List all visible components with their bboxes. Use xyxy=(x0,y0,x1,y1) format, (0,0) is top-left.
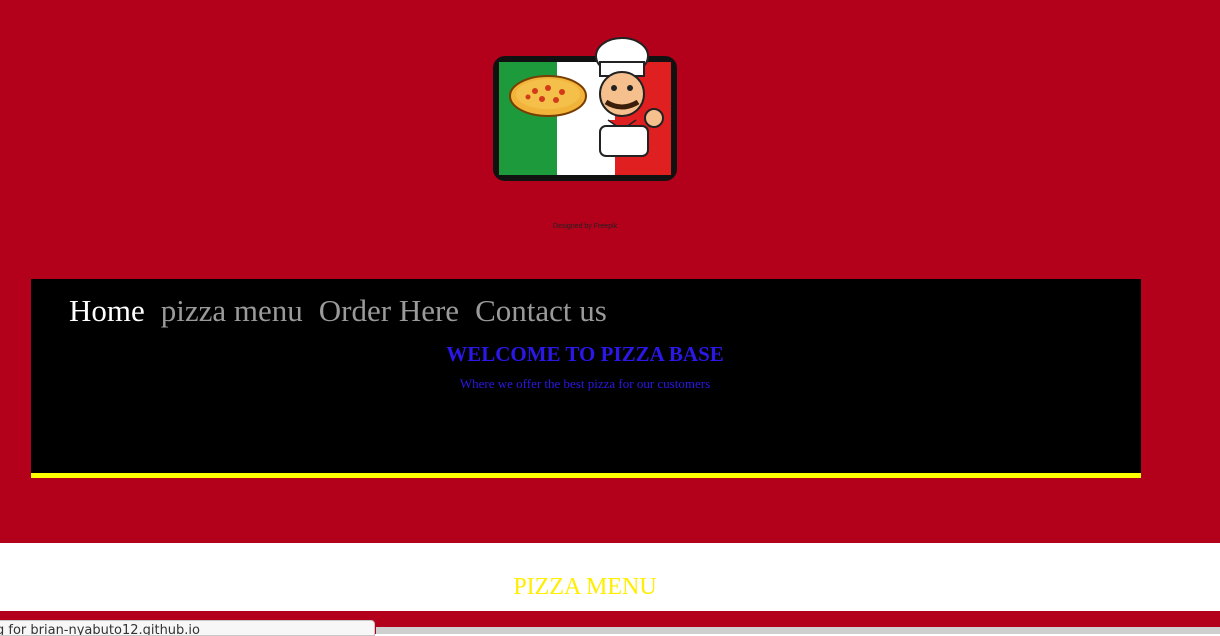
welcome-heading: WELCOME TO PIZZA BASE xyxy=(446,342,724,366)
horizontal-scrollbar[interactable] xyxy=(376,627,1220,634)
hero-section: Designed by Freepik Home pizza menu Orde… xyxy=(0,0,1220,543)
nav-order-here-link[interactable]: Order Here xyxy=(319,291,459,331)
designer-credit: Designed by Freepik xyxy=(552,223,618,230)
nav-pizza-menu-link[interactable]: pizza menu xyxy=(161,291,303,331)
nav-banner: Home pizza menu Order Here Contact us WE… xyxy=(31,279,1141,478)
nav-contact-us-link[interactable]: Contact us xyxy=(475,291,607,331)
main-nav: Home pizza menu Order Here Contact us xyxy=(69,291,607,331)
pizza-menu-heading: PIZZA MENU xyxy=(513,574,657,600)
pizza-chef-logo xyxy=(493,37,677,181)
nav-home-link[interactable]: Home xyxy=(69,291,145,331)
welcome-tagline: Where we offer the best pizza for our cu… xyxy=(459,376,711,391)
